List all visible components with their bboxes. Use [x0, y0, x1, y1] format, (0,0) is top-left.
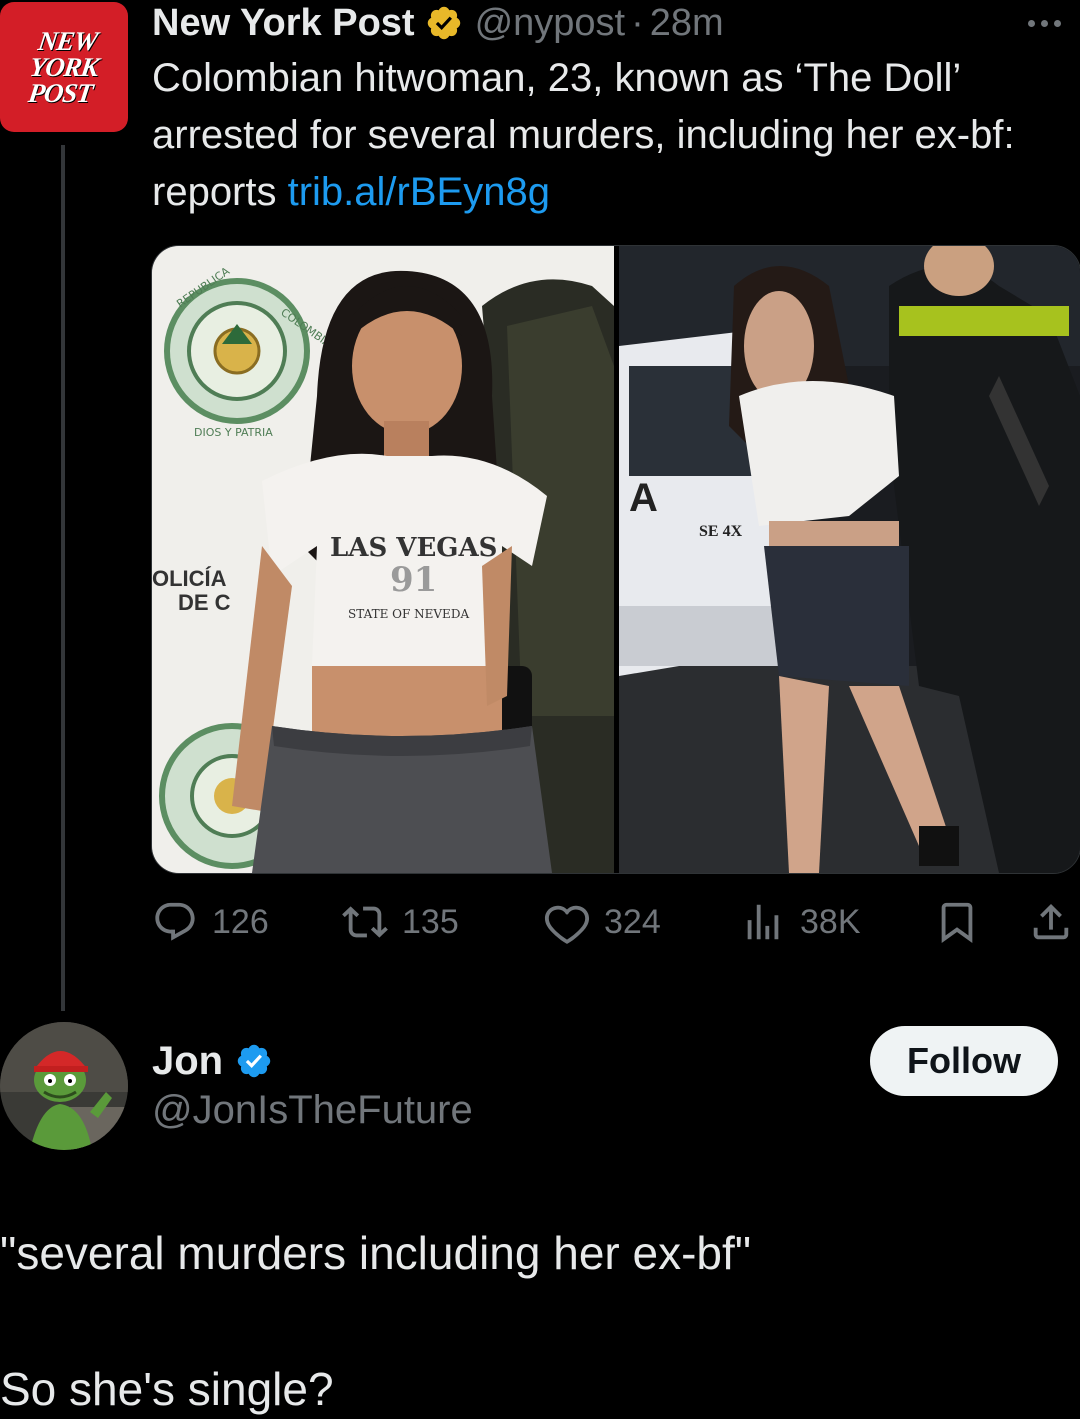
arrest-scene-photo[interactable]: A SE 4X: [619, 246, 1080, 873]
tweet-body: Colombian hitwoman, 23, known as ‘The Do…: [152, 50, 1052, 221]
views-count: 38K: [800, 902, 861, 941]
nypost-avatar[interactable]: NEW YORK POST: [0, 2, 128, 132]
reply-text-question: So she's single?: [0, 1363, 334, 1415]
retweet-action[interactable]: 135: [342, 896, 459, 948]
wall-text-de: DE C: [178, 590, 231, 615]
heart-icon: [544, 905, 590, 944]
author-name[interactable]: New York Post: [152, 2, 415, 45]
reply-header: Jon: [152, 1036, 285, 1086]
more-options-icon[interactable]: [1028, 8, 1074, 38]
nypost-logo-text: NEW YORK POST: [26, 26, 101, 108]
reply-text-quote: "several murders including her ex-bf": [0, 1227, 752, 1279]
author-handle[interactable]: @nypost: [475, 2, 626, 45]
tweet-time[interactable]: 28m: [650, 2, 724, 45]
share-action[interactable]: [1028, 896, 1074, 948]
tweet-header: New York Post @nypost · 28m: [152, 0, 724, 46]
shirt-text-main: LAS VEGAS: [330, 533, 497, 563]
thread-connector: [61, 145, 65, 1011]
share-icon: [1033, 903, 1069, 940]
shirt-text-number: 91: [390, 560, 437, 600]
reply-icon: [155, 902, 195, 941]
views-action[interactable]: 38K: [740, 896, 861, 948]
bookmark-action[interactable]: [934, 896, 980, 948]
bookmark-icon: [941, 902, 973, 943]
verified-gold-badge-icon: [427, 6, 460, 40]
meta-separator: ·: [631, 1, 644, 44]
tweet-link[interactable]: trib.al/rBEyn8g: [288, 170, 550, 214]
retweet-icon: [342, 906, 388, 938]
mugshot-photo[interactable]: REPUBLICA COLOMBIA DIOS Y PATRIA OLICÍA …: [152, 246, 614, 873]
tweet-actions: 126 135 324 38K: [152, 896, 1080, 948]
reply-author-handle[interactable]: @JonIsTheFuture: [152, 1088, 473, 1133]
retweet-count: 135: [402, 902, 459, 941]
like-count: 324: [604, 902, 661, 941]
reply-count: 126: [212, 902, 269, 941]
shirt-text-sub: STATE OF NEVEDA: [348, 607, 469, 621]
vehicle-plate-text: SE 4X: [699, 523, 743, 540]
verified-blue-badge-icon: [237, 1044, 271, 1078]
tweet-text: Colombian hitwoman, 23, known as ‘The Do…: [152, 56, 1015, 214]
reply-action[interactable]: 126: [152, 896, 269, 948]
wall-text-policia: OLICÍA: [152, 566, 227, 591]
follow-button[interactable]: Follow: [870, 1026, 1058, 1096]
vehicle-text: A: [629, 476, 658, 520]
crest-text-dios: DIOS Y PATRIA: [194, 426, 273, 439]
views-chart-icon: [747, 904, 779, 940]
like-action[interactable]: 324: [544, 896, 661, 948]
reply-avatar[interactable]: [0, 1022, 128, 1150]
reply-author-name[interactable]: Jon: [152, 1039, 223, 1084]
tweet-media: REPUBLICA COLOMBIA DIOS Y PATRIA OLICÍA …: [151, 245, 1080, 874]
